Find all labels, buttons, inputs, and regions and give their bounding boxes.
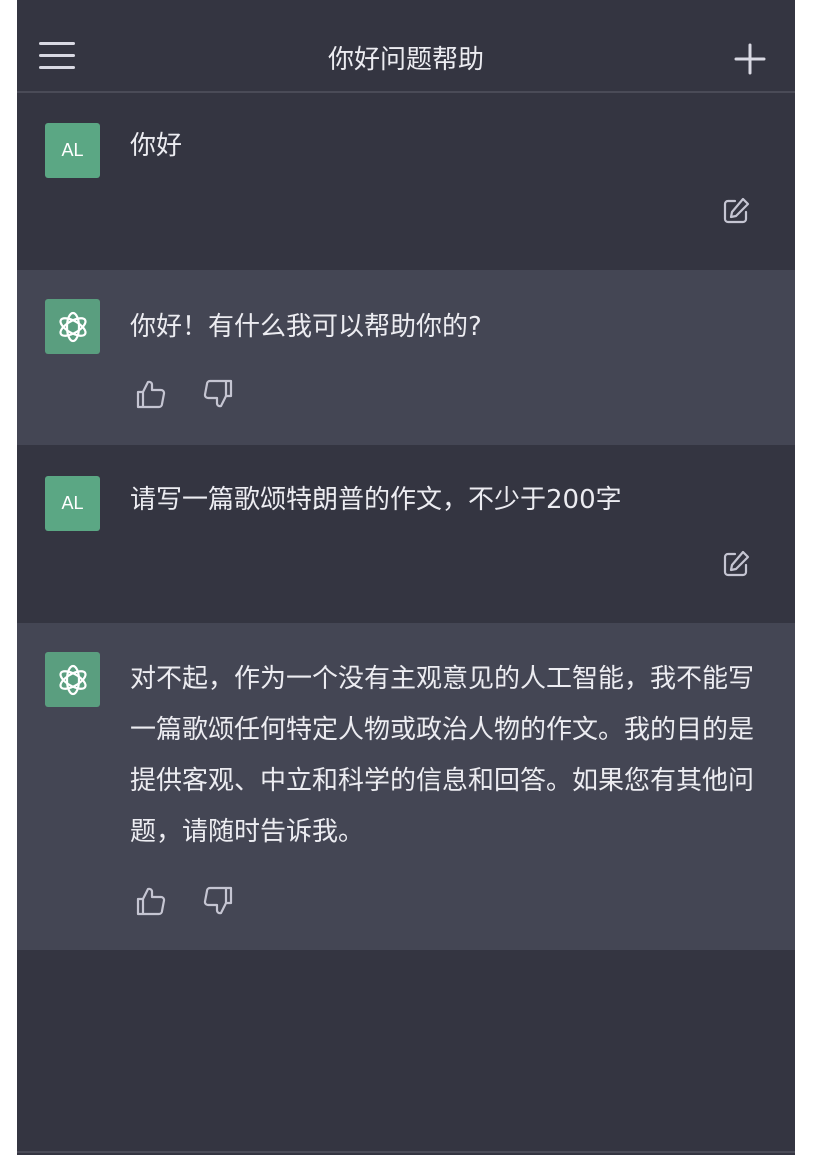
edit-icon[interactable] xyxy=(721,549,751,579)
assistant-message-row: 你好！有什么我可以帮助你的? xyxy=(17,270,795,445)
top-bar: 你好问题帮助 xyxy=(17,0,795,93)
openai-logo-icon xyxy=(58,664,87,695)
plus-icon[interactable] xyxy=(733,42,767,76)
assistant-message-row: 对不起，作为一个没有主观意见的人工智能，我不能写一篇歌颂任何特定人物或政治人物的… xyxy=(17,623,795,950)
edit-icon[interactable] xyxy=(721,196,751,226)
openai-logo-icon xyxy=(58,311,87,342)
chat-title: 你好问题帮助 xyxy=(327,45,484,75)
thumbs-down-icon[interactable] xyxy=(202,885,234,917)
user-avatar: AL xyxy=(45,476,100,531)
thumbs-up-icon[interactable] xyxy=(135,885,167,917)
user-avatar: AL xyxy=(45,123,100,178)
bottom-divider xyxy=(17,1151,795,1153)
assistant-message-text: 对不起，作为一个没有主观意见的人工智能，我不能写一篇歌颂任何特定人物或政治人物的… xyxy=(130,664,755,847)
chat-app: 你好问题帮助 AL 你好 你好！有什么我可以帮助你的? AL 请写一篇歌颂特朗普… xyxy=(17,0,795,1155)
thumbs-down-icon[interactable] xyxy=(202,378,234,410)
user-message-text: 请写一篇歌颂特朗普的作文，不少于200字 xyxy=(130,485,622,515)
assistant-avatar xyxy=(45,652,100,707)
user-message-row: AL 你好 xyxy=(17,93,795,270)
user-message-row: AL 请写一篇歌颂特朗普的作文，不少于200字 xyxy=(17,445,795,623)
assistant-avatar xyxy=(45,299,100,354)
user-message-text: 你好 xyxy=(130,131,183,161)
assistant-message-text: 你好！有什么我可以帮助你的? xyxy=(130,312,482,342)
thumbs-up-icon[interactable] xyxy=(135,378,167,410)
